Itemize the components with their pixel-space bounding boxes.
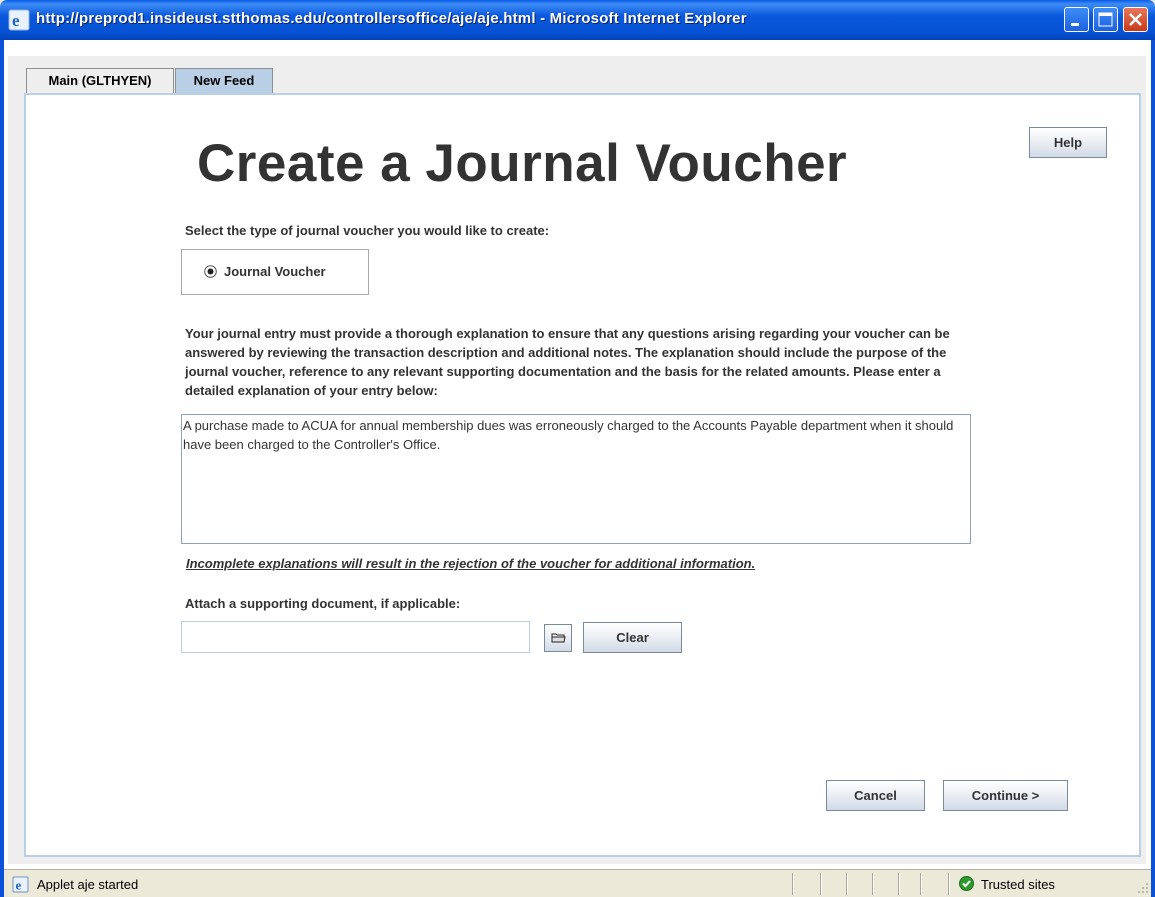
status-divider bbox=[846, 873, 848, 895]
help-button[interactable]: Help bbox=[1029, 127, 1107, 158]
explanation-textarea[interactable]: A purchase made to ACUA for annual membe… bbox=[181, 414, 971, 544]
instructions-text: Your journal entry must provide a thorou… bbox=[185, 326, 950, 398]
svg-text:e: e bbox=[12, 11, 20, 30]
continue-button[interactable]: Continue > bbox=[943, 780, 1068, 811]
minimize-icon bbox=[1071, 23, 1079, 26]
folder-open-icon bbox=[551, 633, 566, 643]
status-text: Applet aje started bbox=[37, 877, 139, 892]
window-frame-right bbox=[1151, 40, 1155, 897]
page-title: Create a Journal Voucher bbox=[197, 134, 848, 193]
radio-button-selected-icon[interactable] bbox=[204, 265, 217, 278]
status-divider bbox=[820, 873, 822, 895]
tab-new-feed[interactable]: New Feed bbox=[175, 68, 273, 94]
clear-button[interactable]: Clear bbox=[583, 622, 682, 653]
warning-text: Incomplete explanations will result in t… bbox=[186, 556, 756, 571]
svg-text:e: e bbox=[16, 878, 22, 893]
check-circle-icon bbox=[959, 876, 974, 891]
page-icon: e bbox=[12, 876, 29, 893]
internet-explorer-icon: e bbox=[8, 9, 30, 31]
select-type-label: Select the type of journal voucher you w… bbox=[185, 223, 550, 238]
minimize-button[interactable] bbox=[1064, 7, 1089, 32]
tab-main[interactable]: Main (GLTHYEN) bbox=[26, 68, 174, 94]
status-divider bbox=[872, 873, 874, 895]
close-button[interactable] bbox=[1123, 7, 1148, 32]
window-title: http://preprod1.insideust.stthomas.edu/c… bbox=[36, 10, 747, 27]
attach-file-input[interactable] bbox=[181, 621, 530, 653]
maximize-icon bbox=[1098, 12, 1113, 27]
maximize-button[interactable] bbox=[1093, 7, 1118, 32]
browse-button[interactable] bbox=[544, 624, 572, 652]
resize-grip-icon[interactable] bbox=[1135, 880, 1149, 894]
attach-label: Attach a supporting document, if applica… bbox=[185, 596, 461, 611]
journal-voucher-radio-label[interactable]: Journal Voucher bbox=[224, 264, 326, 279]
security-zone-text: Trusted sites bbox=[981, 877, 1055, 892]
status-bar: e Applet aje started Trusted sites bbox=[4, 869, 1151, 897]
close-icon bbox=[1129, 13, 1142, 26]
status-divider bbox=[948, 873, 950, 895]
cancel-button[interactable]: Cancel bbox=[826, 780, 925, 811]
status-divider bbox=[920, 873, 922, 895]
status-divider bbox=[792, 873, 794, 895]
title-bar[interactable]: e http://preprod1.insideust.stthomas.edu… bbox=[0, 0, 1155, 40]
status-divider bbox=[898, 873, 900, 895]
